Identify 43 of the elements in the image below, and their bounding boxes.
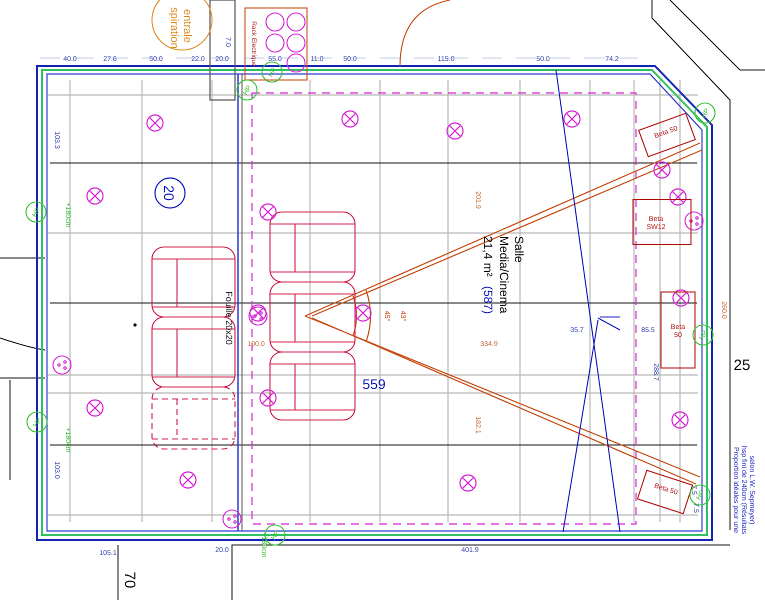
grid-marker-label: 25 [734,357,750,374]
ceiling-light-icon [354,304,372,322]
ventilation-outline [151,0,213,51]
ceiling-light-icon [459,474,477,492]
ceiling-light-icon [179,471,197,489]
speaker-point-circle [694,102,716,124]
ceiling-light-icon [446,122,464,140]
speaker-point-circle [236,79,258,101]
zone-marker-circle [154,177,186,209]
socket-icon [222,509,242,529]
room-number: 559 [362,376,386,392]
speaker-point-circle [692,324,714,346]
ceiling-light-icon [146,114,164,132]
socket-icon [248,306,268,326]
trench-label: Fouille 20x20 [224,291,234,345]
ventilation-label: entrale [181,9,193,43]
speaker-outline [632,198,692,246]
ceiling-light-icon [669,188,687,206]
room-area-label: 21,4 m² [481,236,495,277]
ventilation-label: spiration [168,7,180,49]
ceiling-light-icon [563,110,581,128]
ceiling-light-icon [259,203,277,221]
ceiling-light-icon [249,304,267,322]
room-code-label: (587) [481,286,495,314]
pointer-dot-icon [133,323,137,327]
room-label: Media/Cinema [497,236,511,314]
ceiling-light-icon [86,187,104,205]
ceiling-light-icon [259,389,277,407]
speaker-outline [636,470,694,514]
speaker-outline [638,112,696,158]
speaker-point-circle [261,61,283,83]
grid-marker-label: 70 [121,572,138,588]
socket-icon [52,355,72,375]
speaker-point-circle [26,411,48,433]
ceiling-light-icon [341,110,359,128]
zone-marker-label: 20 [161,185,177,201]
socket-icon [684,211,704,231]
ceiling-light-icon [672,289,690,307]
room-label: Salle [512,236,526,263]
ceiling-light-icon [671,411,689,429]
ceiling-light-icon [86,399,104,417]
speaker-point-circle [25,201,47,223]
ceiling-light-icon [653,161,671,179]
